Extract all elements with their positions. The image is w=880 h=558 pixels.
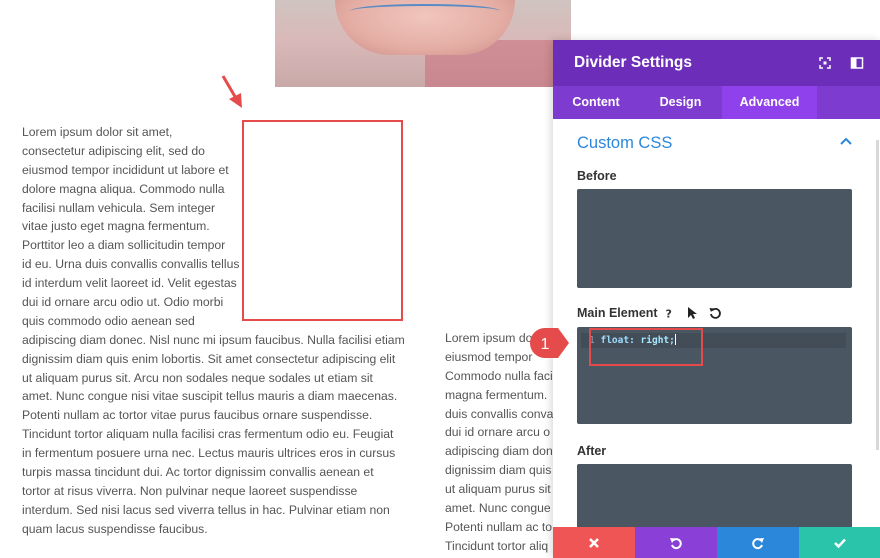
text-line: dignissim diam quis enim lobortis. Sit a… [22,351,396,366]
tab-design[interactable]: Design [639,86,722,119]
tab-content[interactable]: Content [553,86,639,119]
undo-button[interactable] [635,527,717,558]
hero-image [275,0,571,87]
text-line: dolore magna aliqua. Commodo nulla [22,181,225,196]
before-label: Before [577,169,617,183]
text-column-right: Lorem ipsum do eiusmod tempor Commodo null… [445,329,555,556]
text-line: facilisi nullam vehicula. Sem integer [22,200,216,215]
before-css-textarea[interactable] [577,189,852,288]
text-column-left: Lorem ipsum dolor sit amet, consectetur a… [22,123,405,539]
text-line: quis commodo odio aenean sed [22,313,195,328]
panel-title: Divider Settings [574,54,692,71]
text-line: dui id ornare arcu odio ut. Odio morbi [22,295,224,310]
text-line: duis convallis conval [445,406,555,421]
text-line: id interdum velit laoreet id. Velit eges… [22,276,237,291]
text-line: ut aliquam purus sit. Arcu non sodales n… [22,370,373,385]
text-line: ut aliquam purus sit [445,482,551,497]
text-line: interdum. Sed nisi lacus sed viverra tel… [22,502,390,517]
text-line: id eu. Urna duis convallis convallis tel… [22,257,240,272]
help-icon[interactable]: ? [662,306,676,321]
text-line: Potenti nullam ac to [445,519,553,534]
undo-icon [670,537,682,549]
text-line: amet. Nunc congue [445,501,551,516]
text-line: Tincidunt tortor aliq [445,538,549,553]
text-line: amet. Nunc congue nisi vitae suscipit te… [22,389,398,404]
text-line: Lorem ipsum dolor sit amet, [22,125,173,139]
text-line: turpis massa tincidunt dui. Ac tortor di… [22,465,374,480]
text-line: eiusmod tempor incididunt ut labore et [22,162,229,177]
svg-text:?: ? [666,308,672,321]
text-line: consectetur adipiscing elit, sed do [22,143,205,158]
text-line: quam lacus suspendisse faucibus. [22,521,208,536]
redo-button[interactable] [717,527,799,558]
panel-scrollbar[interactable] [876,140,879,450]
tab-bar: Content Design Advanced [553,86,880,119]
section-title-custom-css[interactable]: Custom CSS [577,134,672,153]
panel-footer [553,527,880,558]
text-line: magna fermentum. [445,387,548,402]
after-label: After [577,444,607,458]
save-button[interactable] [799,527,880,558]
text-line: dignissim diam quis [445,463,552,478]
text-line: tortor at risus viverra. Non pulvinar ne… [22,483,358,498]
code-highlight-outline [589,328,703,366]
close-icon [589,537,599,548]
panel-header: Divider Settings [553,40,880,86]
text-line: Potenti nullam ac tortor vitae purus fau… [22,408,373,423]
cancel-button[interactable] [553,527,635,558]
cursor-icon[interactable] [685,306,699,320]
text-line: Porttitor leo a diam sollicitudin tempor [22,238,226,253]
annotation-arrow-icon [221,75,242,108]
redo-icon [752,537,764,549]
step-number: 1 [541,336,550,353]
fullscreen-icon[interactable] [817,55,833,71]
main-element-label: Main Element [577,306,658,320]
text-line: Tincidunt tortor aliquam nulla facilisi … [22,427,394,442]
reset-icon[interactable] [708,306,722,320]
text-line: dui id ornare arcu o [445,425,551,440]
chevron-up-icon[interactable] [839,136,853,146]
divider-settings-panel: Divider Settings Content Design Advanced… [553,40,880,558]
step-badge: 1 [530,328,569,358]
tab-advanced[interactable]: Advanced [722,86,817,119]
text-line: in fermentum posuere urna nec. Lectus ma… [22,446,396,461]
text-line: Commodo nulla faci [445,368,553,383]
text-line: adipiscing diam don [445,444,553,459]
text-line: vitae justo eget magna fermentum. [22,219,210,234]
check-icon [833,538,846,548]
text-line: adipiscing diam donec. Nisl nunc mi ipsu… [22,332,405,347]
after-css-textarea[interactable] [577,464,852,534]
sidebar-toggle-icon[interactable] [849,55,865,71]
